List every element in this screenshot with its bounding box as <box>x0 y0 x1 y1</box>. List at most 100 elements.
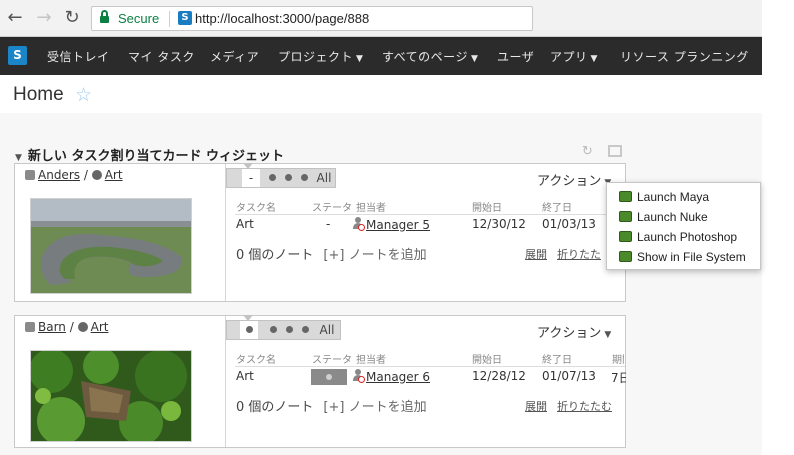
menu-item-launch-nuke[interactable]: Launch Nuke <box>619 210 708 224</box>
window-edge <box>762 0 794 455</box>
tab-all[interactable]: All <box>316 321 338 339</box>
forward-arrow-icon[interactable]: → <box>34 8 54 28</box>
step-link[interactable]: Art <box>105 168 123 182</box>
expand-link[interactable]: 展開 <box>525 246 547 262</box>
task-start-date[interactable]: 12/28/12 <box>472 369 526 383</box>
menu-item-label: Show in File System <box>637 250 746 264</box>
column-header: ステータ <box>312 355 352 366</box>
notes-count: 0 個のノート <box>236 248 314 263</box>
action-label: アクション <box>537 326 602 341</box>
task-start-date[interactable]: 12/30/12 <box>472 217 526 231</box>
task-name[interactable]: Art <box>236 217 254 231</box>
asset-thumbnail[interactable] <box>30 198 192 294</box>
entity-link[interactable]: Barn <box>38 320 66 334</box>
column-header: タスク名 <box>236 203 276 214</box>
nav-item-label: アプリ <box>550 50 588 64</box>
collapse-link[interactable]: 折りたたむ <box>557 398 612 414</box>
column-header: 開始日 <box>472 203 502 214</box>
task-assignee[interactable]: Manager 5 <box>352 217 430 232</box>
nav-item-label: メディア <box>210 50 260 64</box>
task-status-pill[interactable] <box>311 369 347 385</box>
action-menu-button[interactable]: アクション▼ <box>537 170 611 189</box>
menu-item-show-in-file-system[interactable]: Show in File System <box>619 250 746 264</box>
nav-item-inbox[interactable]: 受信トレイ <box>47 48 110 65</box>
tab-dot[interactable] <box>264 169 280 187</box>
action-dropdown-menu: Launch Maya Launch Nuke Launch Photoshop… <box>606 182 761 270</box>
app-launch-icon <box>619 191 632 202</box>
assignee-link[interactable]: Manager 6 <box>366 370 430 384</box>
nav-item-my-tasks[interactable]: マイ タスク <box>128 48 195 65</box>
status-dot-icon <box>326 374 332 380</box>
tab-dot[interactable] <box>281 321 297 339</box>
back-arrow-icon[interactable]: ← <box>5 8 25 28</box>
widget-title[interactable]: ▼ 新しい タスク割り当てカード ウィジェット <box>15 145 284 164</box>
menu-item-launch-maya[interactable]: Launch Maya <box>619 190 709 204</box>
collapse-triangle-icon[interactable]: ▼ <box>15 153 22 163</box>
url-text[interactable]: http://localhost:3000/page/888 <box>195 11 369 26</box>
dot-icon <box>284 174 292 181</box>
expand-link[interactable]: 展開 <box>525 398 547 414</box>
chevron-down-icon: ▼ <box>356 54 364 64</box>
notes-line: 0 個のノート [+] ノートを追加 <box>236 396 427 415</box>
tab-empty[interactable]: - <box>242 169 260 187</box>
task-duration[interactable]: 7日 <box>611 369 626 386</box>
app-launch-icon <box>619 231 632 242</box>
task-end-date[interactable]: 01/07/13 <box>542 369 596 383</box>
add-note-link[interactable]: [+] ノートを追加 <box>323 248 426 263</box>
pipeline-step-icon <box>91 170 102 180</box>
refresh-icon[interactable]: ↻ <box>582 144 593 159</box>
maximize-icon[interactable] <box>608 145 622 157</box>
task-assignee[interactable]: Manager 6 <box>352 369 430 384</box>
dot-icon <box>245 326 253 333</box>
app-logo-icon[interactable]: S <box>8 46 27 65</box>
nav-item-label: ユーザ <box>497 50 535 64</box>
assignee-link[interactable]: Manager 5 <box>366 218 430 232</box>
tab-dot[interactable] <box>280 169 296 187</box>
nav-item-apps[interactable]: アプリ ▼ <box>550 48 598 65</box>
chevron-down-icon: ▼ <box>470 54 479 64</box>
user-icon <box>352 217 365 231</box>
tab-dot-active[interactable] <box>240 321 258 339</box>
action-label: アクション <box>537 174 602 189</box>
nav-item-resource-planning[interactable]: リソース プランニング <box>620 48 749 65</box>
action-menu-button[interactable]: アクション▼ <box>537 322 611 341</box>
secure-label: Secure <box>118 11 160 26</box>
nav-item-media[interactable]: メディア <box>210 48 259 65</box>
add-note-link[interactable]: [+] ノートを追加 <box>323 400 426 415</box>
step-link[interactable]: Art <box>91 320 109 334</box>
column-header: 開始日 <box>472 355 502 366</box>
column-header: 期間 <box>612 355 624 366</box>
tab-dot[interactable] <box>297 321 313 339</box>
task-card: Anders / Art - All アクション▼ タスク名 ステータ 担当者 … <box>14 163 626 302</box>
breadcrumb-separator: / <box>83 168 88 182</box>
entity-link[interactable]: Anders <box>38 168 80 182</box>
address-bar[interactable]: Secure S http://localhost:3000/page/888 <box>91 6 533 31</box>
column-header: 担当者 <box>356 355 386 366</box>
tab-dot[interactable] <box>296 169 312 187</box>
menu-item-launch-photoshop[interactable]: Launch Photoshop <box>619 230 737 244</box>
task-end-date[interactable]: 01/03/13 <box>542 217 596 231</box>
task-card: Barn / Art All アクション ▼ タスク名 ステータ 担当者 開始日… <box>14 315 626 448</box>
tab-dot[interactable] <box>265 321 281 339</box>
nav-item-projects[interactable]: プロジェクト ▼ <box>278 48 363 65</box>
breadcrumb-separator: / <box>69 320 74 334</box>
task-status[interactable]: - <box>326 217 330 231</box>
tab-strip: - All <box>226 168 336 188</box>
reload-icon[interactable]: ↻ <box>62 8 82 28</box>
favorite-star-icon[interactable]: ☆ <box>75 84 92 106</box>
lock-icon <box>100 10 109 23</box>
dot-icon <box>300 174 308 181</box>
app-launch-icon <box>619 251 632 262</box>
asset-thumbnail[interactable] <box>29 348 192 445</box>
task-name[interactable]: Art <box>236 369 254 383</box>
nav-item-all-pages[interactable]: すべてのページ ▼ <box>382 48 478 65</box>
browser-toolbar: ← → ↻ Secure S http://localhost:3000/pag… <box>0 0 762 37</box>
nav-item-users[interactable]: ユーザ <box>497 48 534 65</box>
menu-item-label: Launch Maya <box>637 190 710 204</box>
menu-item-label: Launch Photoshop <box>637 230 738 244</box>
collapse-link[interactable]: 折りたた <box>557 246 601 262</box>
widget-title-text: 新しい タスク割り当てカード ウィジェット <box>27 149 284 164</box>
column-header: ステータ <box>312 203 352 214</box>
entity-breadcrumb: Anders / Art <box>25 168 123 182</box>
tab-all[interactable]: All <box>314 169 334 187</box>
